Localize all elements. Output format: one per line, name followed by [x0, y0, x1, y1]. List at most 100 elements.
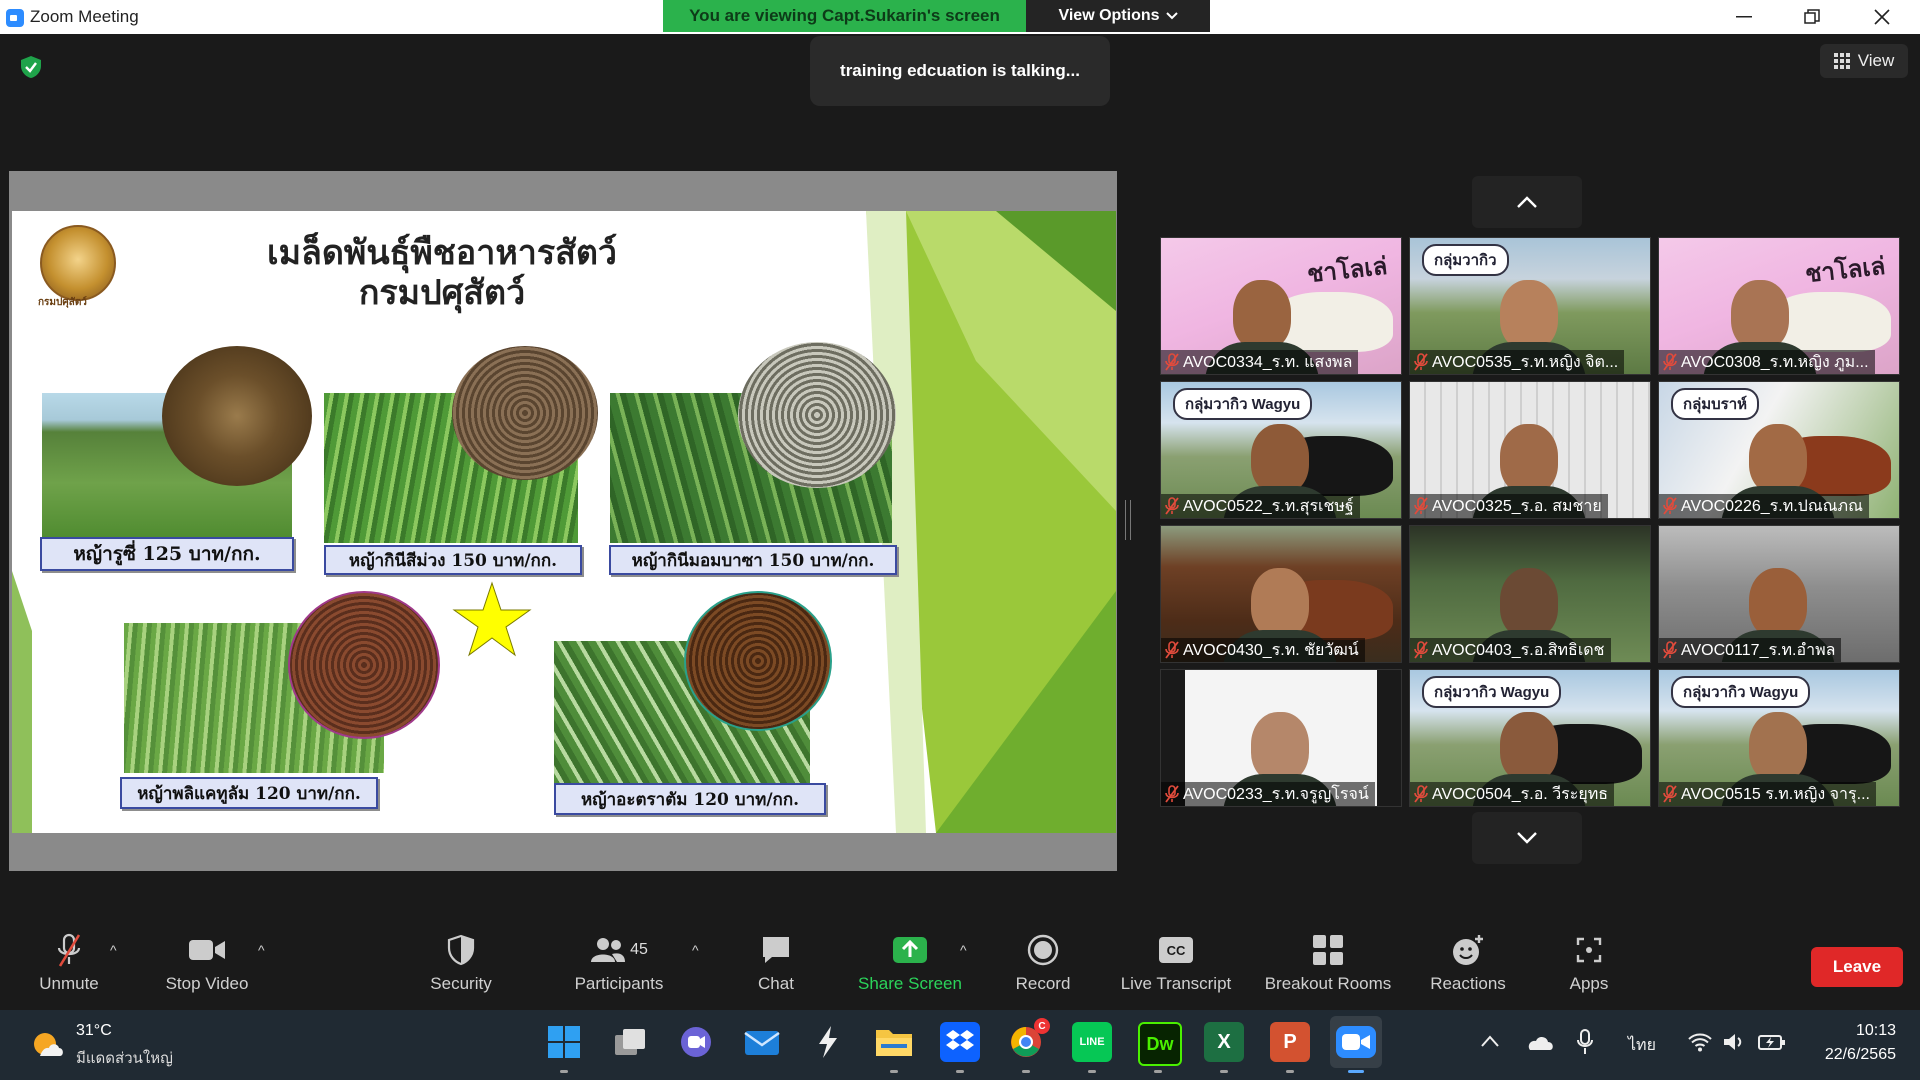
- participant-name: AVOC0522_ร.ท.สุรเชษฐ์: [1183, 497, 1354, 515]
- participant-tile[interactable]: AVOC0117_ร.ท.อำพล: [1658, 525, 1900, 663]
- taskbar-chrome-button[interactable]: C: [1006, 1018, 1050, 1062]
- taskbar-teams-chat-button[interactable]: [676, 1022, 716, 1062]
- close-button[interactable]: [1852, 0, 1912, 34]
- participant-tile[interactable]: AVOC0430_ร.ท. ชัยวัฒน์: [1160, 525, 1402, 663]
- participant-face: [1500, 712, 1558, 782]
- muted-mic-icon: [1414, 785, 1428, 803]
- participant-tile[interactable]: ชาโลเล่ AVOC0334_ร.ท. แสงพล: [1160, 237, 1402, 375]
- clock-time[interactable]: 10:13: [1826, 1022, 1896, 1040]
- security-button[interactable]: Security: [386, 932, 536, 994]
- taskbar-task-view-button[interactable]: [610, 1022, 650, 1062]
- chat-button[interactable]: Chat: [701, 932, 851, 994]
- apps-button[interactable]: Apps: [1514, 932, 1664, 994]
- participants-options-caret[interactable]: ^: [692, 942, 699, 958]
- clock-date[interactable]: 22/6/2565: [1806, 1046, 1896, 1064]
- view-layout-button[interactable]: View: [1820, 44, 1908, 78]
- participant-face: [1233, 280, 1291, 350]
- panel-resize-handle[interactable]: [1125, 500, 1131, 540]
- weather-widget[interactable]: [28, 1026, 66, 1064]
- taskbar-windows-start-button[interactable]: [544, 1022, 584, 1062]
- video-camera-icon: [189, 940, 225, 960]
- atratum-price-label: หญ้าอะตราตัม 120 บาท/กก.: [554, 783, 826, 815]
- record-button[interactable]: Record: [968, 932, 1118, 994]
- running-indicator: [1348, 1070, 1364, 1073]
- participant-tile[interactable]: กลุ่มบราห์ AVOC0226_ร.ท.ปณณภณ: [1658, 381, 1900, 519]
- battery-charging-icon[interactable]: [1758, 1032, 1786, 1052]
- breakout-rooms-button[interactable]: Breakout Rooms: [1253, 932, 1403, 994]
- video-options-caret[interactable]: ^: [258, 942, 265, 958]
- share-options-caret[interactable]: ^: [960, 942, 967, 958]
- participants-button[interactable]: 45 Participants: [544, 932, 694, 994]
- onedrive-cloud-icon[interactable]: [1524, 1032, 1554, 1052]
- participant-tile[interactable]: กลุ่มวากิว Wagyu AVOC0515 ร.ท.หญิง จารุ..…: [1658, 669, 1900, 807]
- dropbox-icon: [946, 1030, 974, 1050]
- participant-tile[interactable]: AVOC0325_ร.อ. สมชาย: [1409, 381, 1651, 519]
- participant-name-label: AVOC0430_ร.ท. ชัยวัฒน์: [1161, 638, 1365, 662]
- view-options-label: View Options: [1058, 7, 1160, 24]
- taskbar-spark-button[interactable]: [808, 1022, 848, 1062]
- muted-mic-icon: [1663, 785, 1677, 803]
- guinea-purple-price-label: หญ้ากินีสีม่วง 150 บาท/กก.: [324, 545, 582, 575]
- minimize-button[interactable]: [1714, 0, 1774, 34]
- participant-name: AVOC0403_ร.อ.สิทธิเดช: [1432, 641, 1605, 659]
- atratum-seed-photo: [684, 591, 832, 731]
- gallery-next-page-button[interactable]: [1472, 812, 1582, 864]
- participant-tile[interactable]: ชาโลเล่ AVOC0308_ร.ท.หญิง ภูม...: [1658, 237, 1900, 375]
- slide-title: เมล็ดพันธุ์พืชอาหารสัตว์ กรมปศุสัตว์: [252, 233, 632, 313]
- grid-icon: [1833, 53, 1850, 69]
- taskbar-dropbox-button[interactable]: [940, 1022, 980, 1062]
- participant-name-label: AVOC0226_ร.ท.ปณณภณ: [1659, 494, 1869, 518]
- participants-icon: [591, 938, 626, 962]
- record-icon: [1027, 934, 1059, 966]
- security-label: Security: [430, 974, 492, 993]
- gallery-prev-page-button[interactable]: [1472, 176, 1582, 228]
- restore-button[interactable]: [1782, 0, 1842, 34]
- microphone-tray-icon[interactable]: [1576, 1028, 1594, 1056]
- taskbar-excel-button[interactable]: X: [1204, 1022, 1244, 1062]
- taskbar-line-button[interactable]: LINE: [1072, 1022, 1112, 1062]
- live-transcript-button[interactable]: CC Live Transcript: [1101, 932, 1251, 994]
- speaker-volume-icon[interactable]: [1722, 1032, 1746, 1052]
- participant-face: [1500, 568, 1558, 638]
- participant-tile[interactable]: กลุ่มวากิว Wagyu AVOC0504_ร.อ. วีระยุทธ: [1409, 669, 1651, 807]
- powerpoint-icon: P: [1283, 1030, 1297, 1053]
- chat-label: Chat: [758, 974, 794, 993]
- taskbar-mail-button[interactable]: [742, 1022, 782, 1062]
- participant-name: AVOC0117_ร.ท.อำพล: [1681, 641, 1836, 659]
- slide-title-line1: เมล็ดพันธุ์พืชอาหารสัตว์: [266, 233, 618, 273]
- participant-face: [1251, 568, 1309, 638]
- participant-tile[interactable]: กลุ่มวากิว Wagyu AVOC0522_ร.ท.สุรเชษฐ์: [1160, 381, 1402, 519]
- line-icon-label: LINE: [1079, 1036, 1105, 1048]
- view-options-button[interactable]: View Options: [1026, 0, 1210, 32]
- audio-options-caret[interactable]: ^: [110, 942, 117, 958]
- participant-name-label: AVOC0117_ร.ท.อำพล: [1659, 638, 1842, 662]
- taskbar-dreamweaver-button[interactable]: Dw: [1138, 1022, 1182, 1066]
- running-indicator: [890, 1070, 898, 1073]
- participant-tile[interactable]: กลุ่มวากิว AVOC0535_ร.ท.หญิง จิต...: [1409, 237, 1651, 375]
- background-sign-text: ชาโลเล่: [1803, 251, 1887, 289]
- participant-tile[interactable]: AVOC0233_ร.ท.จรูญโรจน์: [1160, 669, 1402, 807]
- stop-video-label: Stop Video: [165, 974, 249, 993]
- taskbar-file-explorer-button[interactable]: [874, 1022, 914, 1062]
- leave-button[interactable]: Leave: [1811, 947, 1903, 987]
- encryption-shield-icon[interactable]: [18, 54, 44, 80]
- muted-mic-icon: [1414, 497, 1428, 515]
- chat-bubble-icon: [763, 937, 789, 963]
- reactions-label: Reactions: [1430, 974, 1506, 993]
- muted-mic-icon: [1165, 497, 1179, 515]
- wifi-icon[interactable]: [1688, 1032, 1712, 1052]
- input-language-indicator[interactable]: ไทย: [1628, 1033, 1656, 1058]
- unmute-button[interactable]: Unmute: [0, 932, 144, 994]
- running-indicator: [1088, 1070, 1096, 1073]
- participant-name-label: AVOC0504_ร.อ. วีระยุทธ: [1410, 782, 1615, 806]
- participant-name: AVOC0535_ร.ท.หญิง จิต...: [1432, 353, 1619, 371]
- taskbar-powerpoint-button[interactable]: P: [1270, 1022, 1310, 1062]
- participant-tile[interactable]: AVOC0403_ร.อ.สิทธิเดช: [1409, 525, 1651, 663]
- participant-name-label: AVOC0535_ร.ท.หญิง จิต...: [1410, 350, 1625, 374]
- partly-sunny-icon: [34, 1033, 63, 1056]
- taskbar-zoom-button[interactable]: [1330, 1016, 1382, 1068]
- show-hidden-icons-icon[interactable]: [1480, 1034, 1500, 1048]
- running-indicator: [1022, 1070, 1030, 1073]
- participant-face: [1731, 280, 1789, 350]
- participant-name: AVOC0233_ร.ท.จรูญโรจน์: [1183, 785, 1369, 803]
